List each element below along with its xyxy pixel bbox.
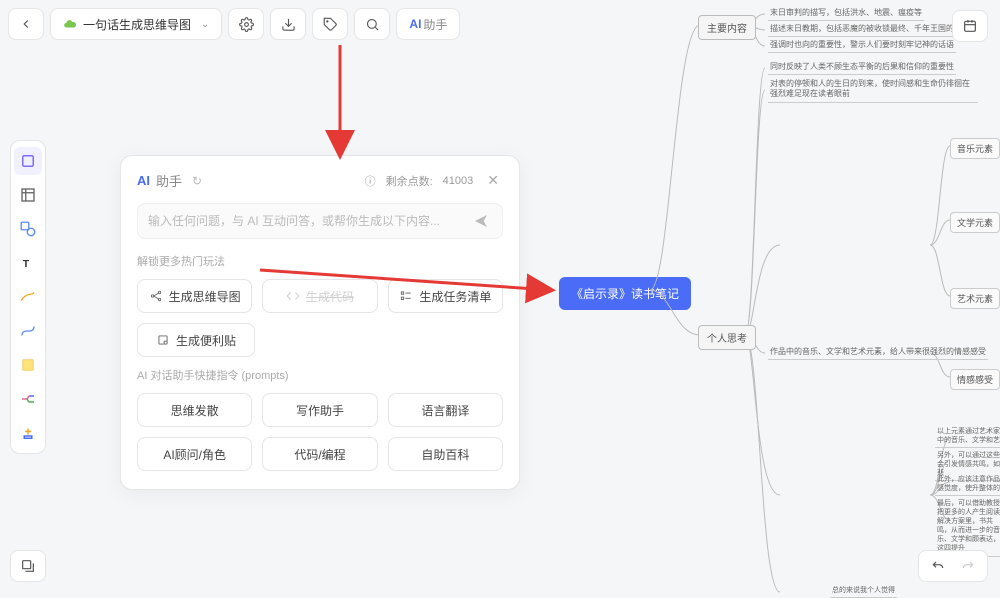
gen-code-button[interactable]: 生成代码: [262, 279, 377, 313]
calendar-button[interactable]: [952, 10, 988, 42]
chevron-down-icon: ⌄: [201, 19, 209, 30]
mm-node-main-content[interactable]: 主要内容: [698, 15, 756, 40]
gen-sticky-button[interactable]: 生成便利贴: [137, 323, 255, 357]
refresh-icon[interactable]: ↻: [192, 174, 202, 188]
tool-select[interactable]: [14, 147, 42, 175]
ai-panel-title: AI 助手 ↻: [137, 171, 202, 190]
svg-text:T: T: [23, 258, 30, 270]
tool-connector[interactable]: [14, 317, 42, 345]
redo-button[interactable]: [955, 553, 981, 579]
close-button[interactable]: ✕: [483, 170, 503, 191]
tool-shape[interactable]: [14, 215, 42, 243]
ai-assistant-button[interactable]: AI 助手: [396, 8, 460, 40]
settings-button[interactable]: [228, 8, 264, 40]
mm-leaf[interactable]: 对表的停顿和人的生日的到来，使时间感和生命仍徘徊在强烈难足现在读者眼前: [768, 78, 978, 103]
prompt-writing[interactable]: 写作助手: [262, 393, 377, 427]
undo-redo-toolbar: [918, 550, 988, 582]
mm-leaf[interactable]: 同时反映了人类不顾生态平衡的后果和信仰的重要性: [768, 60, 956, 75]
mm-leaf[interactable]: 总的来说我个人觉得: [830, 584, 897, 598]
ai-title-1: AI: [137, 173, 150, 188]
prompts-label: AI 对话助手快捷指令 (prompts): [137, 367, 503, 383]
mm-leaf[interactable]: 描述末日教期，包括恶魔的被收锁最终、千年王国的到来等: [768, 22, 980, 37]
annotation-arrow-down: [320, 40, 360, 160]
tag-button[interactable]: [312, 8, 348, 40]
gen-mindmap-button[interactable]: 生成思维导图: [137, 279, 252, 313]
gen-sticky-label: 生成便利贴: [176, 332, 236, 349]
top-toolbar: 一句话生成思维导图 ⌄ AI 助手: [8, 8, 460, 40]
document-title-dropdown[interactable]: 一句话生成思维导图 ⌄: [50, 8, 222, 40]
export-button[interactable]: [270, 8, 306, 40]
undo-button[interactable]: [925, 553, 951, 579]
prompt-divergent[interactable]: 思维发散: [137, 393, 252, 427]
credits-label: 剩余点数:: [386, 173, 433, 189]
credits-value: 41003: [443, 175, 474, 187]
document-title: 一句话生成思维导图: [83, 16, 191, 33]
ai-prompt-input[interactable]: [148, 214, 470, 228]
info-icon: ⓘ: [365, 173, 376, 189]
mm-leaf[interactable]: 以上元素通过艺术家中的音乐、文学和艺: [935, 426, 1000, 448]
mm-leaf[interactable]: 末日审判的描写，包括洪水、地震、瘟疫等: [768, 6, 924, 21]
ai-panel-header: AI 助手 ↻ ⓘ 剩余点数: 41003 ✕: [137, 170, 503, 191]
mm-leaf[interactable]: 强调时也向的重要性，警示人们要时刻牢记神的话语: [768, 38, 956, 53]
left-toolbar: T: [10, 140, 46, 454]
ai-label: AI: [409, 17, 421, 31]
search-button[interactable]: [354, 8, 390, 40]
mm-node-emotion[interactable]: 情感感受: [950, 369, 1000, 390]
layers-button[interactable]: [10, 550, 46, 582]
send-button[interactable]: [470, 210, 492, 232]
mm-node-art[interactable]: 艺术元素: [950, 288, 1000, 309]
gen-tasks-label: 生成任务清单: [419, 288, 491, 305]
prompt-encyclopedia[interactable]: 自助百科: [388, 437, 503, 471]
mm-node-personal-thought[interactable]: 个人思考: [698, 325, 756, 350]
tool-text[interactable]: T: [14, 249, 42, 277]
mm-leaf[interactable]: 作品中的音乐、文学和艺术元素，给人带来很强烈的情感感受: [768, 345, 988, 360]
mm-leaf[interactable]: 最后，可以借助教授把更多的人产生阅读解决方案里，书共鸣，从而进一步的音乐、文学和…: [935, 498, 1000, 557]
mindmap-canvas[interactable]: 主要内容 个人思考 末日审判的描写，包括洪水、地震、瘟疫等 描述末日教期，包括恶…: [580, 0, 1000, 594]
ai-input-wrap: [137, 203, 503, 239]
ai-assistant-panel: AI 助手 ↻ ⓘ 剩余点数: 41003 ✕ 解锁更多热门玩法 生成思维导图 …: [120, 155, 520, 490]
ai-sublabel: 助手: [423, 16, 447, 33]
tool-mindmap[interactable]: [14, 385, 42, 413]
ai-panel-meta: ⓘ 剩余点数: 41003 ✕: [365, 170, 503, 191]
ai-title-2: 助手: [156, 171, 182, 190]
mm-node-literary[interactable]: 文学元素: [950, 212, 1000, 233]
gen-mindmap-label: 生成思维导图: [169, 288, 241, 305]
back-button[interactable]: [8, 8, 44, 40]
tool-pen[interactable]: [14, 283, 42, 311]
mm-node-music[interactable]: 音乐元素: [950, 138, 1000, 159]
gen-tasks-button[interactable]: 生成任务清单: [388, 279, 503, 313]
tool-add[interactable]: [14, 419, 42, 447]
hot-label: 解锁更多热门玩法: [137, 253, 503, 269]
cloud-icon: [63, 17, 77, 31]
prompt-code[interactable]: 代码/编程: [262, 437, 377, 471]
prompt-translate[interactable]: 语言翻译: [388, 393, 503, 427]
tool-frame[interactable]: [14, 181, 42, 209]
gen-code-label: 生成代码: [306, 288, 354, 305]
tool-sticky[interactable]: [14, 351, 42, 379]
prompt-advisor[interactable]: AI顾问/角色: [137, 437, 252, 471]
mm-leaf[interactable]: 此外，应该注意作品感觉度，使升整体的: [935, 474, 1000, 496]
